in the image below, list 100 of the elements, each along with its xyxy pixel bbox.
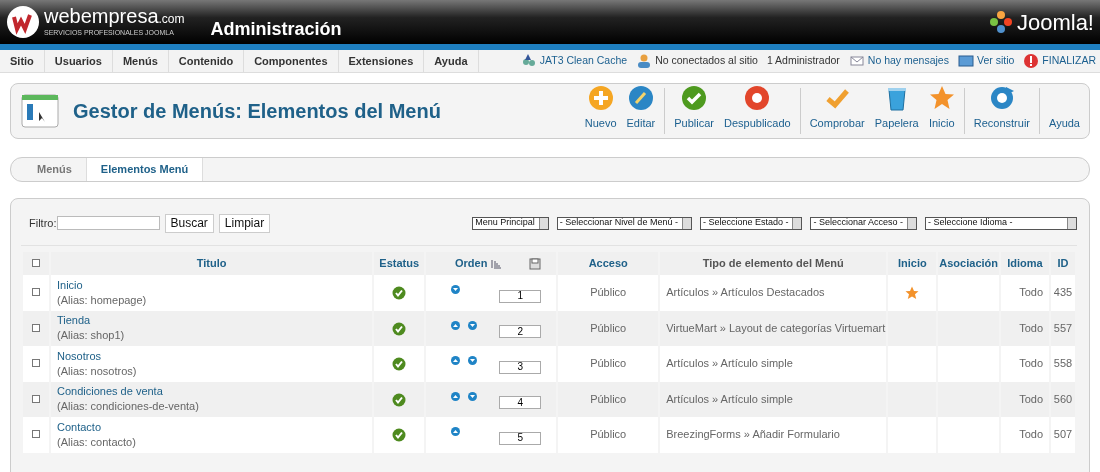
column-header[interactable]: Orden bbox=[455, 255, 488, 272]
order-field[interactable]: 2 bbox=[499, 325, 542, 339]
menu-item[interactable]: Componentes bbox=[244, 50, 339, 72]
column-header: Tipo de elemento del Menú bbox=[702, 257, 844, 270]
language-text: Todo bbox=[1019, 392, 1043, 405]
published-check-icon[interactable] bbox=[392, 392, 407, 407]
toolbar-button[interactable]: Inicio bbox=[923, 88, 960, 134]
access-text: Público bbox=[590, 392, 627, 405]
down-arrow-icon[interactable] bbox=[468, 356, 478, 366]
brand-name: Joomla! bbox=[1016, 8, 1094, 37]
logo-text: webempresa bbox=[44, 4, 159, 27]
status-link[interactable]: FINALIZAR bbox=[1042, 53, 1096, 69]
menu-item-type: Artículos » Artículo simple bbox=[666, 392, 793, 405]
up-arrow-icon[interactable] bbox=[451, 320, 461, 330]
page-title: Gestor de Menús: Elementos del Menú bbox=[73, 99, 441, 124]
order-field[interactable]: 1 bbox=[499, 289, 542, 303]
filter-field[interactable] bbox=[56, 216, 160, 230]
up-arrow-icon[interactable] bbox=[451, 356, 461, 366]
row-checkbox[interactable] bbox=[32, 323, 40, 332]
alias-text: (Alias: condiciones-de-venta) bbox=[57, 400, 199, 413]
toolbar-button[interactable]: Publicar bbox=[669, 88, 719, 134]
status-link[interactable]: JAT3 Clean Cache bbox=[539, 53, 628, 69]
menu-item[interactable]: Usuarios bbox=[44, 50, 113, 72]
status-text: 1 Administrador bbox=[766, 53, 840, 69]
row-checkbox[interactable] bbox=[32, 430, 40, 439]
dropdown[interactable]: - Seleccione Idioma - bbox=[925, 216, 1077, 230]
access-text: Público bbox=[590, 286, 627, 299]
leaves-icon bbox=[520, 53, 537, 69]
alias-text: (Alias: shop1) bbox=[57, 329, 125, 342]
row-checkbox[interactable] bbox=[32, 359, 40, 368]
published-check-icon[interactable] bbox=[392, 357, 407, 372]
filter-button[interactable]: Buscar bbox=[164, 213, 214, 233]
alert-icon bbox=[1023, 53, 1040, 69]
toolbar-button[interactable]: Despublicado bbox=[719, 88, 796, 134]
row-checkbox[interactable] bbox=[32, 288, 40, 297]
up-arrow-icon[interactable] bbox=[451, 427, 461, 437]
tab[interactable]: Elementos Menú bbox=[86, 158, 204, 181]
pencil-icon bbox=[627, 84, 654, 111]
toolbar-button[interactable]: Comprobar bbox=[804, 88, 870, 134]
menu-item-type: VirtueMart » Layout de categorías Virtuemart bbox=[666, 321, 886, 334]
tab[interactable]: Menús bbox=[23, 158, 87, 181]
save-icon bbox=[529, 257, 542, 270]
order-field[interactable]: 4 bbox=[499, 396, 542, 410]
up-arrow-icon[interactable] bbox=[451, 391, 461, 401]
alias-text: (Alias: contacto) bbox=[57, 435, 136, 448]
column-header[interactable]: Titulo bbox=[196, 257, 227, 270]
access-text: Público bbox=[590, 321, 627, 334]
down-arrow-icon[interactable] bbox=[451, 285, 461, 295]
down-arrow-icon[interactable] bbox=[468, 391, 478, 401]
menu-item[interactable]: Menús bbox=[112, 50, 169, 72]
menu-item[interactable]: Extensiones bbox=[338, 50, 425, 72]
status-link[interactable]: Ver sitio bbox=[976, 53, 1015, 69]
published-check-icon[interactable] bbox=[392, 428, 407, 443]
select-all-checkbox[interactable] bbox=[32, 259, 40, 268]
order-field[interactable]: 3 bbox=[499, 360, 542, 374]
logo-icon bbox=[6, 5, 40, 39]
item-title-link[interactable]: Nosotros bbox=[57, 348, 372, 364]
language-text: Todo bbox=[1019, 357, 1043, 370]
id-text: 435 bbox=[1053, 286, 1073, 299]
filter-label: Filtro: bbox=[29, 215, 57, 231]
menu-item[interactable]: Ayuda bbox=[424, 50, 479, 72]
status-link[interactable]: No hay mensajes bbox=[867, 53, 949, 69]
user-icon bbox=[636, 53, 653, 69]
toolbar-button[interactable]: Reconstruir bbox=[968, 88, 1035, 134]
flower-logo-icon bbox=[988, 10, 1013, 34]
status-text: No conectados al sitio bbox=[655, 53, 758, 69]
published-check-icon[interactable] bbox=[392, 321, 407, 336]
menu-item[interactable]: Sitio bbox=[0, 50, 45, 72]
item-title-link[interactable]: Condiciones de venta bbox=[57, 384, 372, 400]
alias-text: (Alias: nosotros) bbox=[57, 364, 137, 377]
menu-item[interactable]: Contenido bbox=[168, 50, 245, 72]
star-icon bbox=[928, 84, 955, 111]
language-text: Todo bbox=[1019, 321, 1043, 334]
toolbar-button[interactable]: Papelera bbox=[869, 88, 924, 134]
item-title-link[interactable]: Inicio bbox=[57, 277, 372, 293]
menu-item-type: Artículos » Artículo simple bbox=[666, 357, 793, 370]
menu-item-type: BreezingForms » Añadir Formulario bbox=[666, 428, 840, 441]
access-text: Público bbox=[590, 357, 627, 370]
row-checkbox[interactable] bbox=[32, 394, 40, 403]
sort-icon bbox=[491, 258, 502, 269]
order-field[interactable]: 5 bbox=[499, 431, 542, 445]
language-text: Todo bbox=[1019, 428, 1043, 441]
logo-domain: .com bbox=[158, 11, 185, 26]
item-title-link[interactable]: Contacto bbox=[57, 419, 372, 435]
language-text: Todo bbox=[1019, 286, 1043, 299]
dropdown[interactable]: - Seleccionar Acceso - bbox=[810, 216, 917, 230]
item-title-link[interactable]: Tienda bbox=[57, 313, 372, 329]
toolbar-button[interactable]: Nuevo bbox=[579, 88, 622, 134]
monitor-icon bbox=[957, 53, 974, 69]
id-text: 560 bbox=[1053, 392, 1073, 405]
dropdown[interactable]: Menu Principal bbox=[472, 216, 549, 230]
dropdown[interactable]: - Seleccionar Nivel de Menú - bbox=[556, 216, 692, 230]
down-arrow-icon[interactable] bbox=[468, 320, 478, 330]
filter-button[interactable]: Limpiar bbox=[218, 213, 271, 233]
alias-text: (Alias: homepage) bbox=[57, 293, 147, 306]
dropdown[interactable]: - Seleccione Estado - bbox=[699, 216, 803, 230]
toolbar-button[interactable]: Editar bbox=[621, 88, 661, 134]
published-check-icon[interactable] bbox=[392, 286, 407, 301]
toolbar-button[interactable]: Ayuda bbox=[1044, 88, 1085, 134]
id-text: 558 bbox=[1053, 357, 1073, 370]
